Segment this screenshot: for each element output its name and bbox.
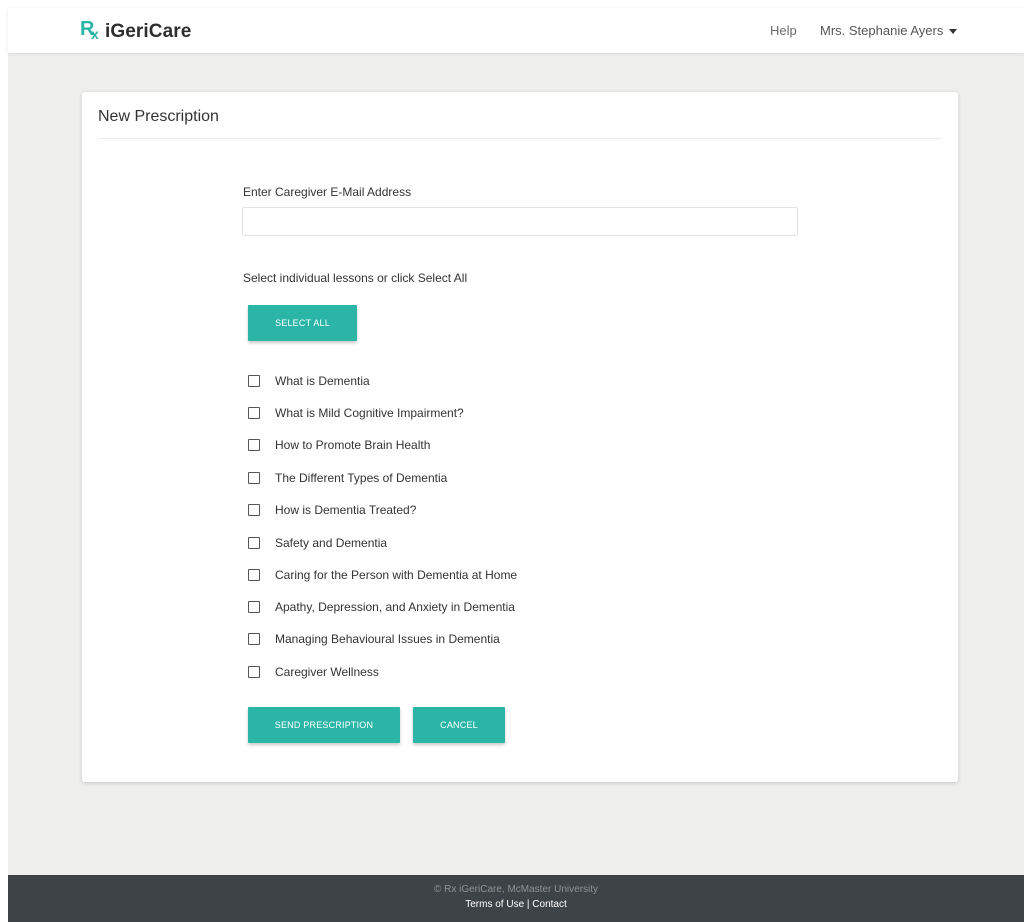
send-prescription-button[interactable]: SEND PRESCRIPTION	[248, 707, 400, 743]
lesson-label: What is Dementia	[275, 374, 370, 388]
page-background: R x iGeriCare Help Mrs. Stephanie Ayers …	[8, 8, 1024, 922]
rx-icon: R x	[80, 18, 104, 44]
select-lessons-hint: Select individual lessons or click Selec…	[243, 271, 468, 285]
lesson-checkbox[interactable]	[248, 439, 260, 451]
lesson-item[interactable]: What is Dementia	[248, 372, 370, 390]
cancel-button[interactable]: CANCEL	[413, 707, 505, 743]
lesson-label: Apathy, Depression, and Anxiety in Demen…	[275, 600, 515, 614]
lesson-item[interactable]: What is Mild Cognitive Impairment?	[248, 404, 464, 422]
lesson-label: What is Mild Cognitive Impairment?	[275, 406, 464, 420]
email-label: Enter Caregiver E-Mail Address	[243, 185, 412, 199]
lesson-label: Caring for the Person with Dementia at H…	[275, 568, 518, 582]
contact-link[interactable]: Contact	[532, 899, 566, 910]
lesson-item[interactable]: How is Dementia Treated?	[248, 501, 416, 519]
card-divider	[98, 138, 941, 139]
lesson-label: Safety and Dementia	[275, 536, 388, 550]
terms-of-use-link[interactable]: Terms of Use	[465, 899, 524, 910]
lesson-item[interactable]: The Different Types of Dementia	[248, 469, 447, 487]
lesson-label: The Different Types of Dementia	[275, 471, 448, 485]
brand-logo[interactable]: R x iGeriCare	[80, 18, 192, 45]
lesson-item[interactable]: How to Promote Brain Health	[248, 436, 430, 454]
select-all-button[interactable]: SELECT ALL	[248, 305, 357, 341]
user-name: Mrs. Stephanie Ayers	[820, 23, 944, 38]
card-title: New Prescription	[98, 108, 219, 125]
top-navbar: R x iGeriCare Help Mrs. Stephanie Ayers	[8, 8, 1024, 53]
lesson-checkbox[interactable]	[248, 472, 260, 484]
brand-name: iGeriCare	[105, 21, 192, 42]
footer-links: Terms of Use | Contact	[8, 899, 1024, 910]
rx-icon-x: x	[91, 26, 99, 42]
lesson-checkbox[interactable]	[248, 407, 260, 419]
email-field[interactable]	[242, 207, 798, 236]
caret-down-icon	[949, 28, 958, 34]
lesson-item[interactable]: Apathy, Depression, and Anxiety in Demen…	[248, 598, 515, 616]
lesson-checkbox[interactable]	[248, 633, 260, 645]
lesson-label: Managing Behavioural Issues in Dementia	[275, 632, 500, 646]
prescription-card: New Prescription Enter Caregiver E-Mail …	[82, 92, 958, 782]
lesson-checkbox[interactable]	[248, 601, 260, 613]
footer-copyright: © Rx iGeriCare, McMaster University	[433, 884, 599, 895]
lesson-label: How is Dementia Treated?	[275, 503, 417, 517]
lesson-item[interactable]: Caring for the Person with Dementia at H…	[248, 566, 517, 584]
lesson-item[interactable]: Caregiver Wellness	[248, 663, 379, 681]
lesson-item[interactable]: Safety and Dementia	[248, 534, 387, 552]
lesson-checkbox[interactable]	[248, 504, 260, 516]
lesson-checkbox[interactable]	[248, 569, 260, 581]
lesson-checkbox[interactable]	[248, 537, 260, 549]
lesson-label: Caregiver Wellness	[275, 665, 379, 679]
footer: © Rx iGeriCare, McMaster University Term…	[8, 875, 1024, 922]
user-menu-dropdown[interactable]: Mrs. Stephanie Ayers	[820, 23, 958, 38]
help-link[interactable]: Help	[770, 23, 797, 38]
lesson-item[interactable]: Managing Behavioural Issues in Dementia	[248, 630, 500, 648]
lesson-checkbox[interactable]	[248, 666, 260, 678]
lesson-checkbox[interactable]	[248, 375, 260, 387]
lesson-label: How to Promote Brain Health	[275, 438, 431, 452]
